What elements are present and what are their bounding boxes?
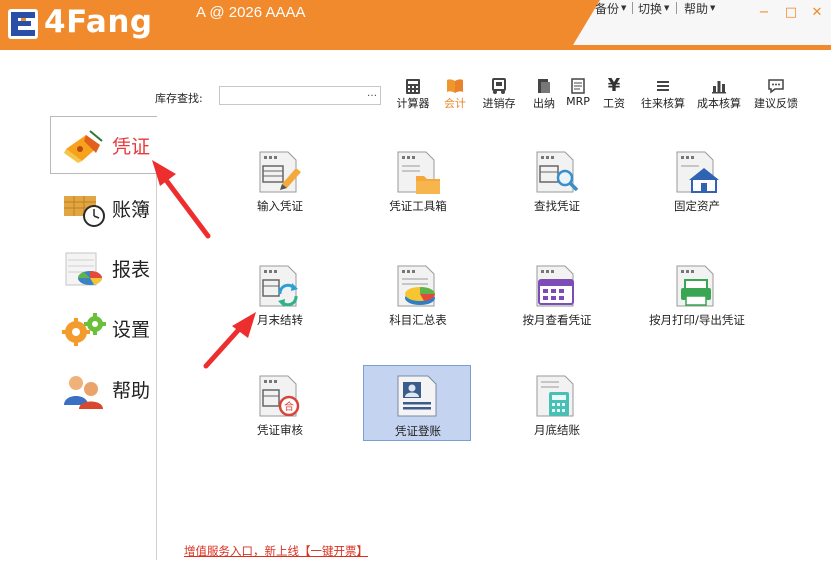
grid-item-month-end-close[interactable]: 月底结账 [503, 374, 611, 450]
grid-item-input-voucher[interactable]: 输入凭证 [226, 150, 334, 226]
toolbar-accounts-reconciliation[interactable]: 往来核算 [639, 77, 687, 111]
monthly-view-icon [533, 264, 581, 310]
grid-item-voucher-posting[interactable]: 凭证登账 [363, 365, 471, 441]
caret-down-icon: ▼ [621, 4, 627, 12]
search-voucher-icon [533, 150, 581, 196]
nav-label: 账簿 [112, 198, 151, 221]
help-icon [60, 371, 110, 409]
grid-label: 凭证登账 [395, 424, 441, 438]
grid-item-voucher-toolbox[interactable]: 凭证工具箱 [364, 150, 472, 226]
nav-label: 帮助 [112, 379, 151, 402]
nav-item-voucher[interactable]: 凭证 [60, 125, 150, 165]
voucher-icon [60, 127, 110, 163]
menu-separator [676, 2, 677, 14]
app-logo-text: 4Fang [44, 4, 153, 40]
grid-label: 按月打印/导出凭证 [649, 313, 745, 327]
grid-label: 月底结账 [534, 423, 580, 437]
toolbar-cost-accounting[interactable]: 成本核算 [695, 77, 743, 111]
ledger-icon [60, 190, 110, 227]
calculator-icon [389, 77, 437, 95]
menu-switch-label: 切换 [638, 1, 663, 16]
menu-backup[interactable]: 备份 ▼ [595, 0, 626, 16]
toolbar-label: 成本核算 [697, 97, 741, 110]
book-icon [431, 77, 479, 95]
svg-text:合: 合 [284, 400, 294, 413]
nav-label: 报表 [112, 258, 151, 281]
nav-label: 凭证 [112, 135, 151, 158]
grid-label: 凭证工具箱 [389, 199, 447, 213]
caret-down-icon: ▼ [664, 4, 670, 12]
grid-item-monthly-view[interactable]: 按月查看凭证 [503, 264, 611, 340]
grid-item-monthly-print[interactable]: 按月打印/导出凭证 [643, 264, 751, 340]
account-summary-icon [394, 264, 442, 310]
grid-label: 查找凭证 [534, 199, 580, 213]
menu-help[interactable]: 帮助 ▼ [684, 0, 715, 16]
grid-item-account-summary[interactable]: 科目汇总表 [364, 264, 472, 340]
toolbar-payroll[interactable]: ¥ 工资 [590, 77, 638, 111]
monthly-print-icon [673, 264, 721, 310]
cart-icon [475, 77, 523, 95]
toolbar-label: 工资 [603, 97, 625, 110]
grid-label: 凭证审核 [257, 423, 303, 437]
voucher-audit-icon: 合 [256, 374, 304, 420]
caret-down-icon: ▼ [710, 4, 716, 12]
minimize-button[interactable]: − [756, 6, 772, 20]
menu-switch[interactable]: 切换 ▼ [638, 0, 669, 16]
window-title: A @ 2026 AAAA [196, 4, 306, 21]
grid-label: 月末结转 [257, 313, 303, 327]
toolbar-label: 建议反馈 [754, 97, 798, 110]
menu-separator [632, 2, 633, 14]
grid-label: 科目汇总表 [389, 313, 447, 327]
nav-item-ledger[interactable]: 账簿 [60, 188, 150, 228]
menu-help-label: 帮助 [684, 1, 709, 16]
title-bar: 4Fang A @ 2026 AAAA 备份 ▼ 切换 ▼ 帮助 ▼ − □ ✕ [0, 0, 831, 50]
close-button[interactable]: ✕ [809, 6, 825, 20]
month-end-transfer-icon [256, 264, 304, 310]
maximize-button[interactable]: □ [783, 6, 799, 20]
toolbar-accounting[interactable]: 会计 [431, 77, 479, 111]
nav-label: 设置 [112, 318, 151, 341]
bar-chart-icon [695, 77, 743, 95]
fixed-assets-icon [673, 150, 721, 196]
grid-item-fixed-assets[interactable]: 固定资产 [643, 150, 751, 226]
app-logo-icon [8, 9, 38, 39]
search-label: 库存查找: [155, 92, 203, 105]
nav-item-reports[interactable]: 报表 [60, 248, 150, 288]
month-end-close-icon [533, 374, 581, 420]
input-voucher-icon [256, 150, 304, 196]
toolbar-label: 计算器 [396, 97, 430, 110]
voucher-posting-icon [394, 374, 442, 420]
grid-label: 按月查看凭证 [522, 313, 592, 327]
grid-item-voucher-audit[interactable]: 合 凭证审核 [226, 374, 334, 450]
search-input[interactable] [219, 86, 381, 105]
grid-label: 固定资产 [674, 199, 720, 213]
list-icon [639, 77, 687, 95]
grid-item-search-voucher[interactable]: 查找凭证 [503, 150, 611, 226]
toolbar-feedback[interactable]: 建议反馈 [752, 77, 800, 111]
nav-item-settings[interactable]: 设置 [60, 308, 150, 348]
nav-item-help[interactable]: 帮助 [60, 369, 150, 409]
chat-icon [752, 77, 800, 95]
toolbar-label: 往来核算 [641, 97, 685, 110]
voucher-toolbox-icon [394, 150, 442, 196]
toolbar-label: 进销存 [482, 97, 516, 110]
grid-label: 输入凭证 [257, 199, 303, 213]
search-more-button[interactable]: … [367, 88, 377, 99]
grid-item-month-end-transfer[interactable]: 月末结转 [226, 264, 334, 340]
toolbar-label: 会计 [444, 97, 466, 110]
nav-divider [156, 170, 157, 560]
report-icon [60, 250, 110, 286]
toolbar-inventory[interactable]: 进销存 [475, 77, 523, 111]
title-strip [0, 45, 831, 50]
settings-icon [60, 310, 110, 346]
value-added-service-link[interactable]: 增值服务入口，新上线【一键开票】 [184, 543, 368, 559]
toolbar-calculator[interactable]: 计算器 [389, 77, 437, 111]
menu-backup-label: 备份 [595, 1, 620, 16]
yen-icon: ¥ [607, 75, 621, 96]
